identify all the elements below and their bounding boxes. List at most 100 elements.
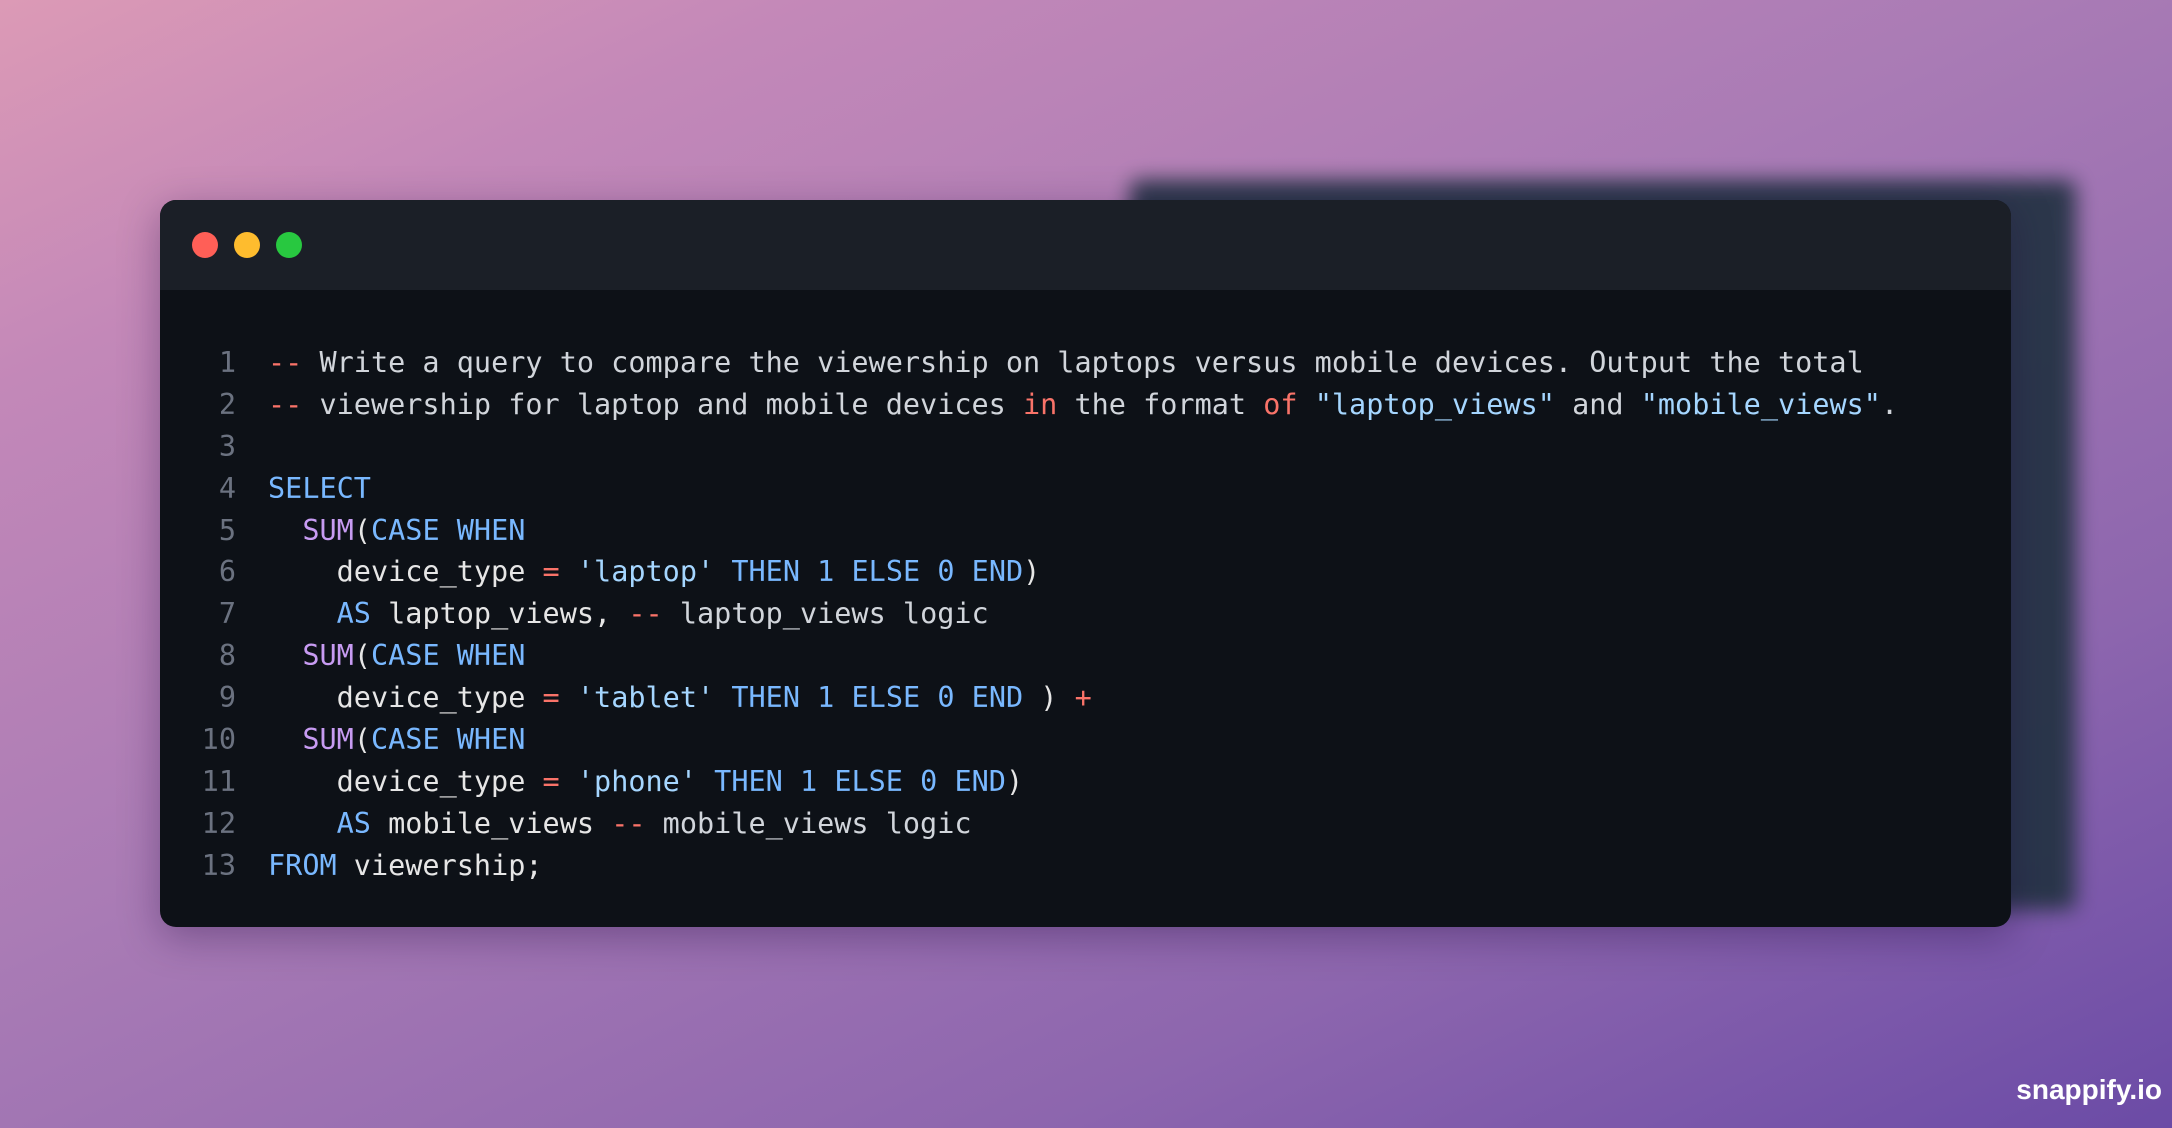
- code-token: device_type: [268, 555, 543, 589]
- code-token: 0: [937, 681, 955, 715]
- code-token: ELSE: [851, 681, 921, 715]
- code-token: FROM: [268, 848, 337, 882]
- line-number: 8: [218, 639, 236, 673]
- code-token: AS: [336, 806, 371, 840]
- line-number: 4: [218, 471, 236, 505]
- code-token: 1: [817, 555, 835, 589]
- code-token: of: [1263, 387, 1298, 421]
- code-token: --: [628, 597, 663, 631]
- code-token: ): [1005, 764, 1024, 798]
- code-token: 'phone': [576, 764, 697, 798]
- code-token: laptop_views logic: [662, 597, 989, 631]
- line-source: AS mobile_views -- mobile_views logic: [268, 803, 972, 845]
- line-number: 6: [218, 555, 236, 589]
- code-token: +: [1074, 681, 1092, 715]
- code-token: CASE WHEN: [370, 723, 526, 757]
- code-token: AS: [336, 597, 371, 631]
- line-source: device_type = 'phone' THEN 1 ELSE 0 END): [268, 761, 1024, 803]
- code-line: 3: [160, 426, 2011, 468]
- code-line: 9 device_type = 'tablet' THEN 1 ELSE 0 E…: [160, 677, 2011, 719]
- code-line: 1 -- Write a query to compare the viewers…: [160, 342, 2011, 384]
- line-source: -- Write a query to compare the viewersh…: [268, 342, 1864, 384]
- line-source: SUM(CASE WHEN: [268, 719, 525, 761]
- code-token: ELSE: [851, 555, 921, 589]
- window-titlebar: [160, 200, 2011, 290]
- code-token: =: [542, 555, 560, 589]
- line-source: device_type = 'laptop' THEN 1 ELSE 0 END…: [268, 551, 1041, 593]
- line-number: 9: [218, 681, 236, 715]
- code-token: (: [353, 639, 371, 673]
- code-token: 1: [817, 681, 835, 715]
- code-token: CASE WHEN: [370, 513, 526, 547]
- line-source: -- viewership for laptop and mobile devi…: [268, 384, 1898, 426]
- close-button[interactable]: [192, 232, 218, 258]
- code-token: laptop_views,: [370, 597, 629, 631]
- line-number: 7: [218, 597, 236, 631]
- code-line: 12 AS mobile_views -- mobile_views logic: [160, 803, 2011, 845]
- code-token: device_type: [268, 681, 543, 715]
- code-line: 4 SELECT: [160, 468, 2011, 510]
- code-token: 'tablet': [576, 681, 715, 715]
- code-token: 0: [937, 555, 955, 589]
- code-token: Write a query to compare the viewership …: [302, 346, 1864, 379]
- code-line: 13 FROM viewership;: [160, 845, 2011, 887]
- line-number: 5: [218, 513, 236, 547]
- code-editor[interactable]: 1 -- Write a query to compare the viewers…: [160, 342, 2011, 887]
- code-token: --: [268, 346, 303, 379]
- code-token: ): [1023, 681, 1075, 715]
- code-line: 5 SUM(CASE WHEN: [160, 510, 2011, 552]
- code-token: --: [268, 387, 303, 421]
- code-token: and: [1554, 387, 1641, 421]
- code-token: 'laptop': [576, 555, 715, 589]
- code-token: CASE WHEN: [370, 639, 526, 673]
- code-line: 2 -- viewership for laptop and mobile dev…: [160, 384, 2011, 426]
- minimize-button[interactable]: [234, 232, 260, 258]
- line-number: 10: [201, 723, 236, 757]
- code-token: (: [353, 513, 371, 547]
- code-token: --: [611, 806, 646, 840]
- code-line: 11 device_type = 'phone' THEN 1 ELSE 0 E…: [160, 761, 2011, 803]
- code-line: 10 SUM(CASE WHEN: [160, 719, 2011, 761]
- line-source: SUM(CASE WHEN: [268, 510, 525, 552]
- line-source: SUM(CASE WHEN: [268, 635, 525, 677]
- code-token: in: [1022, 387, 1058, 421]
- line-source: SELECT: [268, 468, 371, 510]
- code-token: SUM: [302, 723, 354, 757]
- line-source: FROM viewership;: [268, 845, 543, 887]
- code-token: "laptop_views": [1314, 387, 1555, 421]
- code-token: viewership for laptop and mobile devices: [302, 387, 1023, 421]
- maximize-button[interactable]: [276, 232, 302, 258]
- code-token: ): [1023, 555, 1041, 589]
- line-number: 11: [201, 764, 236, 798]
- code-token: END: [954, 764, 1006, 798]
- line-number: 13: [201, 848, 236, 882]
- snappify-watermark: snappify.io: [2016, 1074, 2162, 1105]
- code-token: ELSE: [834, 764, 903, 798]
- line-number: 2: [218, 387, 236, 421]
- line-number: 1: [218, 346, 236, 379]
- code-token: =: [542, 681, 560, 715]
- code-line: 7 AS laptop_views, -- laptop_views logic: [160, 593, 2011, 635]
- code-token: the format: [1057, 387, 1264, 421]
- code-token: SELECT: [268, 471, 371, 505]
- code-token: device_type: [268, 764, 543, 798]
- code-token: END: [971, 681, 1024, 715]
- code-line: 8 SUM(CASE WHEN: [160, 635, 2011, 677]
- line-number: 12: [201, 806, 236, 840]
